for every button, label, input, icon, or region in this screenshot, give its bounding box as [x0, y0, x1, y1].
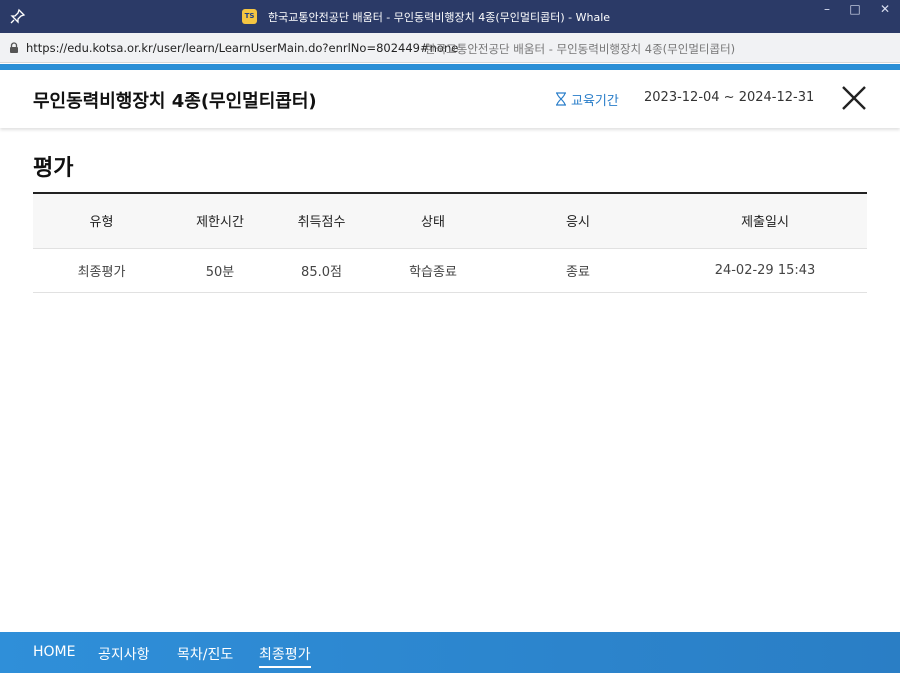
- column-header: 제출일시: [663, 192, 867, 249]
- nav-item-home[interactable]: HOME: [33, 644, 75, 660]
- course-header: 무인동력비행장치 4종(무인멀티콥터) 교육기간 2023-12-04 ~ 20…: [0, 70, 900, 128]
- course-title: 무인동력비행장치 4종(무인멀티콥터): [33, 91, 317, 112]
- cell-submitted-at: 24-02-29 15:43: [663, 248, 867, 293]
- cell-status: 학습종료: [373, 248, 493, 293]
- close-icon[interactable]: [840, 84, 868, 112]
- cell-time-limit: 50분: [170, 248, 270, 293]
- cell-score: 85.0점: [270, 248, 373, 293]
- column-header: 응시: [493, 192, 663, 249]
- period-value: 2023-12-04 ~ 2024-12-31: [644, 90, 815, 105]
- column-header: 유형: [33, 192, 170, 249]
- pin-icon[interactable]: [10, 8, 26, 24]
- bottom-nav: HOME 공지사항 목차/진도 최종평가: [0, 632, 900, 673]
- nav-item-final-exam[interactable]: 최종평가: [259, 644, 311, 668]
- lock-icon: [10, 42, 18, 53]
- minimize-icon[interactable]: –: [812, 0, 842, 20]
- close-icon[interactable]: ✕: [870, 0, 900, 20]
- maximize-icon[interactable]: □: [840, 0, 870, 20]
- hourglass-icon: [556, 92, 566, 106]
- page-title-text: 한국교통안전공단 배움터 - 무인동력비행장치 4종(무인멀티콥터): [425, 42, 736, 56]
- app-logo-icon: TS: [242, 9, 257, 24]
- window-title: 한국교통안전공단 배움터 - 무인동력비행장치 4종(무인멀티콥터) - Wha…: [268, 11, 611, 24]
- cell-type: 최종평가: [33, 248, 170, 293]
- period-label: 교육기간: [571, 94, 619, 109]
- nav-item-notices[interactable]: 공지사항: [98, 644, 150, 664]
- address-bar: https://edu.kotsa.or.kr/user/learn/Learn…: [0, 33, 900, 63]
- url-text[interactable]: https://edu.kotsa.or.kr/user/learn/Learn…: [26, 41, 458, 55]
- column-header: 제한시간: [170, 192, 270, 249]
- cell-attempt: 종료: [493, 248, 663, 293]
- table-header-row: 유형 제한시간 취득점수 상태 응시 제출일시: [33, 192, 867, 249]
- nav-item-contents[interactable]: 목차/진도: [177, 644, 233, 664]
- evaluation-table: 유형 제한시간 취득점수 상태 응시 제출일시 최종평가 50분 85.0점 학…: [33, 192, 867, 293]
- section-title: 평가: [33, 156, 74, 181]
- column-header: 상태: [373, 192, 493, 249]
- table-row: 최종평가 50분 85.0점 학습종료 종료 24-02-29 15:43: [33, 248, 867, 293]
- window-titlebar: TS 한국교통안전공단 배움터 - 무인동력비행장치 4종(무인멀티콥터) - …: [0, 0, 900, 33]
- column-header: 취득점수: [270, 192, 373, 249]
